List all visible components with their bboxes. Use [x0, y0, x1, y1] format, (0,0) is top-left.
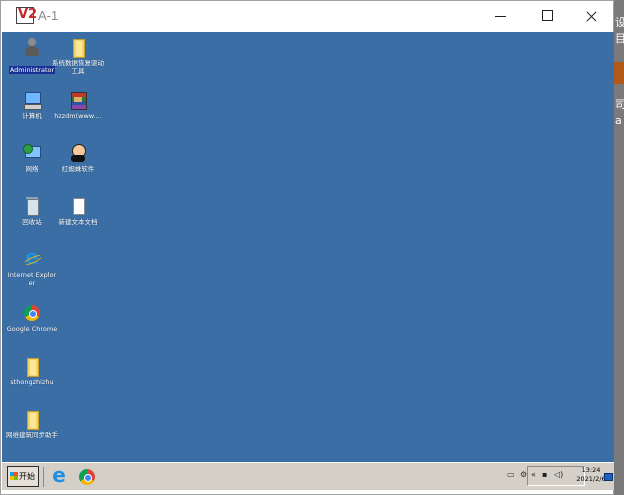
desktop-icon-label: hzzdm(www.... [54, 112, 102, 120]
desktop-icon-hzzdm[interactable]: hzzdm(www.... [52, 90, 104, 120]
desktop-icon-red-spider[interactable]: 红蜘蛛软件 [52, 143, 104, 173]
user-folder-icon [22, 37, 42, 57]
start-label: 开始 [19, 472, 35, 481]
network-tray-icon[interactable]: ▪ [542, 470, 547, 479]
edge-app-tile[interactable] [614, 62, 624, 84]
desktop-icon-recovery-tool[interactable]: 系统数据恢复驱动工具 [52, 37, 104, 75]
folder-icon [68, 37, 88, 58]
desktop-icon-label: 网维建筑同步助手 [6, 431, 58, 439]
edge-text-1: 设 [615, 16, 624, 29]
taskbar-divider [43, 467, 44, 487]
tray-device-icon[interactable]: ▭ [507, 470, 515, 479]
desktop-icon-administrator[interactable]: Administrator [6, 37, 58, 76]
taskbar: 开始 ▭ ⚙ « ▪ ◁) 13:24 2021/2/6 [2, 462, 614, 490]
edge-text-4: a [615, 114, 622, 127]
chrome-icon [22, 303, 42, 323]
input-language-icon[interactable] [604, 473, 613, 481]
host-desktop-edge: 设 目 司 a [614, 0, 624, 495]
desktop-icon-label: sthongzhizhu [10, 378, 54, 386]
internet-explorer-icon [22, 245, 42, 269]
recycle-bin-icon [22, 196, 42, 216]
computer-icon [22, 90, 42, 110]
red-spider-icon [68, 143, 88, 163]
desktop-icon-label: 系统数据恢复驱动工具 [52, 59, 104, 75]
windows-flag-icon [10, 472, 18, 480]
text-document-icon [68, 196, 88, 216]
start-button[interactable]: 开始 [7, 466, 39, 487]
volume-icon[interactable]: ◁) [554, 470, 563, 479]
maximize-button[interactable] [523, 1, 569, 32]
folder-icon [22, 356, 42, 377]
taskbar-internet-explorer-icon[interactable] [49, 463, 69, 487]
desktop-icon-label: 网络 [25, 165, 39, 173]
remote-desktop[interactable]: Administrator 系统数据恢复驱动工具 计算机 hzzdm(www..… [2, 32, 614, 462]
close-button[interactable] [568, 1, 614, 32]
desktop-icon-label: 计算机 [22, 112, 42, 120]
folder-icon [22, 409, 42, 430]
show-hidden-icons-button[interactable]: « [531, 470, 536, 479]
title-bar[interactable]: V2 A-1 [1, 1, 613, 32]
window-title: A-1 [38, 8, 59, 23]
desktop-icon-network[interactable]: 网络 [6, 143, 58, 173]
desktop-icon-internet-explorer[interactable]: Internet Explorer [6, 245, 58, 287]
desktop-icon-new-text-doc[interactable]: 新建文本文档 [52, 196, 104, 226]
network-icon [22, 143, 42, 163]
desktop-icon-label: 回收站 [22, 218, 42, 226]
desktop-icon-label: Google Chrome [6, 325, 58, 333]
remote-viewer-window: V2 A-1 Administrator 系统数据恢复驱动工具 计算机 hzzd… [0, 0, 614, 495]
minimize-button[interactable] [477, 1, 523, 32]
desktop-icon-sthongzhizhu[interactable]: sthongzhizhu [6, 356, 58, 386]
desktop-icon-label: 新建文本文档 [58, 218, 98, 226]
desktop-icon-recycle-bin[interactable]: 回收站 [6, 196, 58, 226]
edge-text-3: 司 [615, 98, 624, 111]
desktop-icon-sync-assistant[interactable]: 网维建筑同步助手 [6, 409, 58, 439]
app-logo-icon: V2 [16, 7, 38, 24]
desktop-icon-google-chrome[interactable]: Google Chrome [6, 303, 58, 333]
desktop-icon-label: 红蜘蛛软件 [61, 165, 95, 173]
taskbar-chrome-icon[interactable] [77, 467, 97, 487]
desktop-icon-computer[interactable]: 计算机 [6, 90, 58, 120]
desktop-icon-label: Administrator [8, 66, 56, 74]
edge-text-2: 目 [615, 32, 624, 45]
app-logo-text: V2 [18, 7, 38, 22]
winrar-icon [68, 90, 88, 110]
desktop-icon-label: Internet Explorer [7, 271, 57, 287]
